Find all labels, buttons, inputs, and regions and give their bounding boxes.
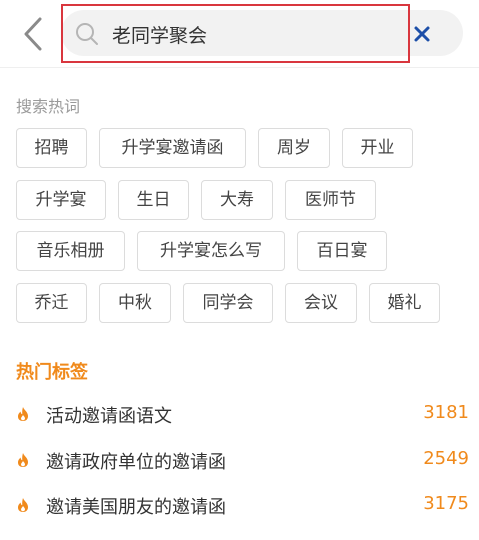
- top-bar: [0, 0, 479, 68]
- fire-icon: [18, 407, 28, 421]
- hot-search-tag[interactable]: 生日: [118, 180, 189, 220]
- hot-search-tag[interactable]: 升学宴: [16, 180, 106, 220]
- back-button[interactable]: [18, 14, 52, 54]
- clear-x-icon[interactable]: [410, 22, 434, 46]
- hot-search-tag[interactable]: 会议: [285, 283, 357, 323]
- hot-tag-count: 3175: [423, 493, 469, 514]
- back-chevron-icon: [24, 17, 42, 51]
- hot-search-tag[interactable]: 婚礼: [369, 283, 440, 323]
- hot-search-tag[interactable]: 周岁: [258, 128, 330, 168]
- hot-tags-title: 热门标签: [16, 362, 88, 383]
- hot-search-tag[interactable]: 乔迁: [16, 283, 87, 323]
- hot-tag-label: 邀请美国朋友的邀请函: [46, 497, 226, 518]
- search-highlight-box: [61, 4, 410, 63]
- hot-tag-label: 邀请政府单位的邀请函: [46, 452, 226, 473]
- hot-tag-count: 2549: [423, 448, 469, 469]
- hot-search-title: 搜索热词: [16, 97, 81, 116]
- hot-search-tag[interactable]: 大寿: [201, 180, 273, 220]
- fire-icon: [18, 498, 28, 512]
- hot-tag-row[interactable]: 邀请美国朋友的邀请函 3175: [0, 485, 479, 525]
- hot-search-tag[interactable]: 中秋: [99, 283, 171, 323]
- hot-search-tag[interactable]: 开业: [342, 128, 413, 168]
- hot-tag-row[interactable]: 邀请政府单位的邀请函 2549: [0, 440, 479, 480]
- hot-tag-label: 活动邀请函语文: [46, 406, 172, 427]
- hot-tag-row[interactable]: 活动邀请函语文 3181: [0, 394, 479, 434]
- hot-search-tag[interactable]: 升学宴邀请函: [99, 128, 246, 168]
- hot-search-tag[interactable]: 升学宴怎么写: [137, 231, 285, 271]
- hot-search-tag[interactable]: 医师节: [285, 180, 376, 220]
- hot-search-tag[interactable]: 同学会: [183, 283, 273, 323]
- fire-icon: [18, 453, 28, 467]
- hot-search-tag[interactable]: 百日宴: [297, 231, 387, 271]
- hot-search-tag[interactable]: 音乐相册: [16, 231, 125, 271]
- hot-search-tag[interactable]: 招聘: [16, 128, 87, 168]
- hot-tag-count: 3181: [423, 402, 469, 423]
